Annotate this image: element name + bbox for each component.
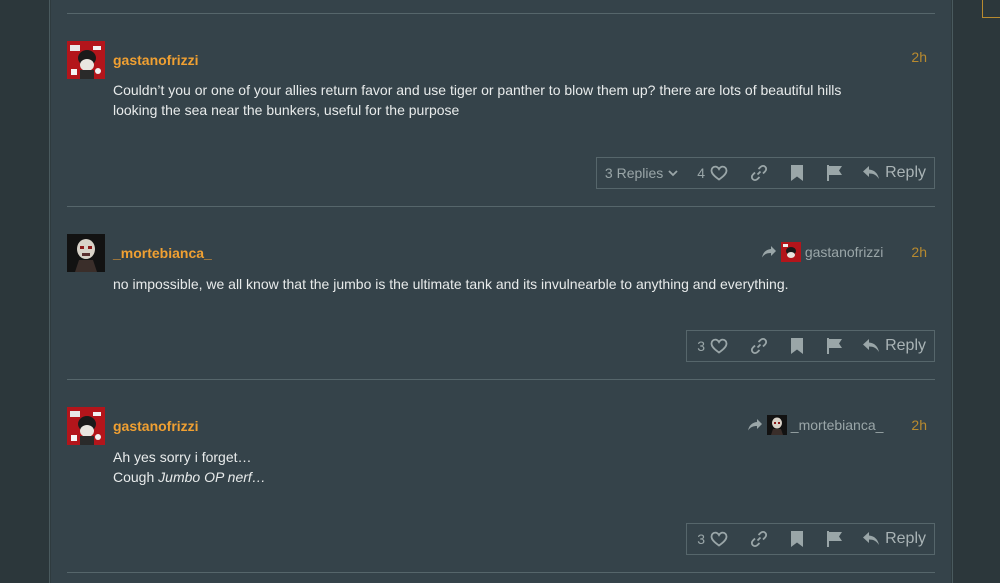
flag-button[interactable] <box>816 331 854 361</box>
reply-to-username: gastanofrizzi <box>804 244 884 260</box>
post-line: looking the sea near the bunkers, useful… <box>113 102 460 118</box>
left-gutter <box>0 0 50 583</box>
heart-icon <box>710 531 728 547</box>
username[interactable]: gastanofrizzi <box>113 52 199 68</box>
avatar[interactable] <box>67 407 105 445</box>
post-meta: _mortebianca_ 2h <box>747 415 927 435</box>
chevron-down-icon <box>668 170 678 177</box>
timeline-corner <box>982 0 1000 18</box>
share-arrow-icon <box>747 419 762 431</box>
post-body: Couldn’t you or one of your allies retur… <box>113 80 903 120</box>
bookmark-button[interactable] <box>778 331 816 361</box>
bookmark-button[interactable] <box>778 158 816 188</box>
reply-to-link[interactable]: gastanofrizzi <box>761 242 884 262</box>
avatar[interactable] <box>67 41 105 79</box>
post-actions: 3 Reply <box>686 523 935 555</box>
post-body: Ah yes sorry i forget… Cough Jumbo OP ne… <box>113 447 903 487</box>
reply-label: Reply <box>885 337 926 354</box>
replies-label: 3 Replies <box>604 165 664 181</box>
like-count: 4 <box>697 165 706 181</box>
link-icon <box>751 530 768 548</box>
show-replies-button[interactable]: 3 Replies <box>605 165 679 181</box>
post-time[interactable]: 2h <box>911 244 927 260</box>
username[interactable]: gastanofrizzi <box>113 418 199 434</box>
post-line: no impossible, we all know that the jumb… <box>113 276 789 292</box>
post-line: Ah yes sorry i forget… <box>113 449 252 465</box>
post-2: _mortebianca_ gastanofrizzi 2h no imposs… <box>67 234 935 364</box>
link-icon <box>751 337 768 355</box>
bookmark-icon <box>791 338 804 354</box>
bookmark-icon <box>791 531 804 547</box>
mini-avatar <box>780 242 801 262</box>
post-actions: 3 Replies 4 Reply <box>595 157 935 189</box>
flag-button[interactable] <box>816 524 854 554</box>
post-divider <box>67 572 935 573</box>
mini-avatar <box>766 415 787 435</box>
heart-icon <box>710 338 728 354</box>
reply-button[interactable]: Reply <box>862 337 926 355</box>
post-time[interactable]: 2h <box>911 49 927 65</box>
flag-icon <box>827 165 843 181</box>
reply-to-link[interactable]: _mortebianca_ <box>747 415 884 435</box>
post-3: gastanofrizzi _mortebianca_ 2h Ah yes so… <box>67 407 935 557</box>
flag-button[interactable] <box>816 158 854 188</box>
post-body: no impossible, we all know that the jumb… <box>113 274 903 294</box>
post-actions: 3 Reply <box>686 330 935 362</box>
post-line: Couldn’t you or one of your allies retur… <box>113 82 842 98</box>
like-count: 3 <box>697 531 706 547</box>
like-button[interactable]: 3 <box>697 531 728 547</box>
share-arrow-icon <box>761 246 776 258</box>
reply-label: Reply <box>885 164 926 181</box>
post-meta: gastanofrizzi 2h <box>761 242 927 262</box>
post-time[interactable]: 2h <box>911 417 927 433</box>
copy-link-button[interactable] <box>740 331 778 361</box>
copy-link-button[interactable] <box>740 524 778 554</box>
post-divider <box>67 13 935 14</box>
reply-icon <box>863 166 880 179</box>
right-gutter <box>952 0 1000 583</box>
flag-icon <box>827 531 843 547</box>
like-button[interactable]: 3 <box>697 338 728 354</box>
reply-label: Reply <box>885 530 926 547</box>
post-meta: 2h <box>911 49 927 65</box>
like-count: 3 <box>697 338 706 354</box>
reply-button[interactable]: Reply <box>862 164 926 182</box>
post-line: Cough Jumbo OP nerf… <box>113 467 903 487</box>
post-text: Cough <box>113 469 159 485</box>
post-divider <box>67 206 935 207</box>
bookmark-button[interactable] <box>778 524 816 554</box>
post-1: gastanofrizzi 2h Couldn’t you or one of … <box>67 41 935 191</box>
reply-icon <box>863 532 880 545</box>
username[interactable]: _mortebianca_ <box>113 245 212 261</box>
reply-button[interactable]: Reply <box>862 530 926 548</box>
like-button[interactable]: 4 <box>697 165 728 181</box>
reply-to-username: _mortebianca_ <box>790 417 884 433</box>
heart-icon <box>710 165 728 181</box>
copy-link-button[interactable] <box>740 158 778 188</box>
flag-icon <box>827 338 843 354</box>
bookmark-icon <box>791 165 804 181</box>
link-icon <box>751 164 768 182</box>
post-divider <box>67 379 935 380</box>
reply-icon <box>863 339 880 352</box>
post-emphasis: Jumbo OP nerf… <box>158 469 266 485</box>
avatar[interactable] <box>67 234 105 272</box>
